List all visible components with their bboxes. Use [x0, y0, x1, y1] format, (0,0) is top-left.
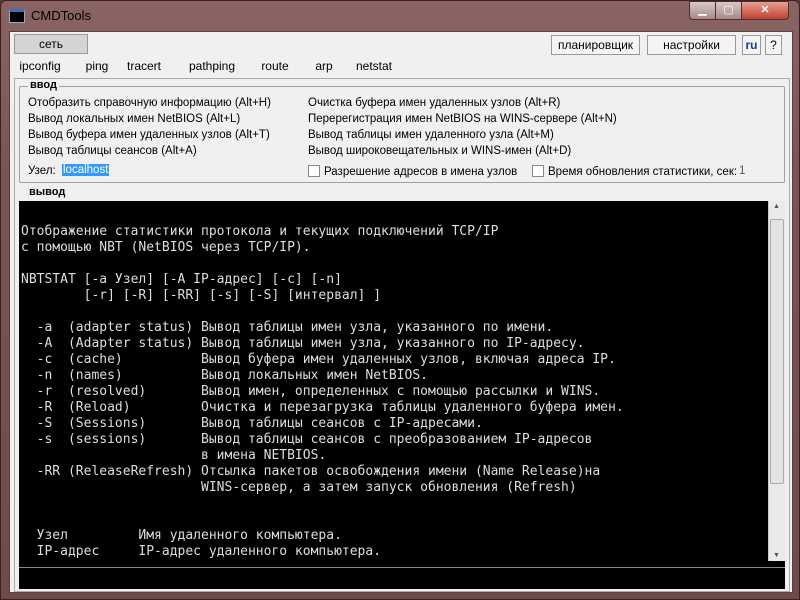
scroll-down-icon[interactable]: ▼: [773, 552, 780, 559]
host-label: Узел:: [28, 165, 56, 177]
console-line: -c (cache) Вывод буфера имен удаленных у…: [21, 352, 616, 367]
console-line: -a (adapter status) Вывод таблицы имен у…: [21, 320, 554, 335]
refresh-label: Время обновления статистики, сек:: [548, 166, 738, 178]
tab-arp[interactable]: arp: [310, 57, 338, 77]
host-input[interactable]: localhost: [62, 164, 110, 176]
action-remote-table[interactable]: Вывод таблицы имен удаленного узла (Alt+…: [308, 129, 554, 141]
tab-tracert[interactable]: tracert: [124, 57, 164, 77]
app-icon: [9, 9, 25, 23]
window-title: CMDTools: [31, 8, 91, 23]
resolve-label: Разрешение адресов в имена узлов: [324, 166, 518, 178]
close-button[interactable]: ✕: [741, 1, 789, 20]
tab-route[interactable]: route: [258, 57, 292, 77]
console-line: Отображение статистики протокола и текущ…: [21, 224, 499, 239]
refresh-checkbox[interactable]: Время обновления статистики, сек:: [532, 165, 737, 178]
minimize-button[interactable]: ▁: [689, 1, 716, 20]
tab-pathping[interactable]: pathping: [184, 57, 240, 77]
checkbox-box[interactable]: [308, 165, 320, 177]
action-help[interactable]: Отобразить справочную информацию (Alt+H): [28, 97, 271, 109]
console-line: NBTSTAT [-a Узел] [-A IP-адрес] [-c] [-n…: [21, 272, 342, 287]
scheduler-button[interactable]: планировщик: [551, 35, 640, 55]
console-line: -s (sessions) Вывод таблицы сеансов с пр…: [21, 432, 593, 447]
console-line: -n (names) Вывод локальных имен NetBIOS.: [21, 368, 428, 383]
console-line: Узел Имя удаленного компьютера.: [21, 528, 342, 543]
console-line: -RR (ReleaseRefresh) Отсылка пакетов осв…: [21, 464, 601, 479]
refresh-interval-value[interactable]: 1: [739, 165, 745, 177]
resolve-checkbox[interactable]: Разрешение адресов в имена узлов: [308, 165, 517, 178]
settings-button[interactable]: настройки: [647, 35, 736, 55]
console-line: -A (Adapter status) Вывод таблицы имен у…: [21, 336, 585, 351]
scrollbar-thumb[interactable]: [770, 219, 784, 484]
action-broadcast-wins[interactable]: Вывод широковещательных и WINS-имен (Alt…: [308, 145, 571, 157]
action-purge-cache[interactable]: Очистка буфера имен удаленных узлов (Alt…: [308, 97, 560, 109]
tab-ping[interactable]: ping: [80, 57, 114, 77]
tab-ipconfig[interactable]: ipconfig: [18, 57, 62, 77]
console-output[interactable]: Отображение статистики протокола и текущ…: [19, 201, 785, 567]
vertical-scrollbar[interactable]: ▲ ▼: [768, 201, 785, 561]
console-line: -S (Sessions) Вывод таблицы сеансов с IP…: [21, 416, 483, 431]
input-group-label: ввод: [28, 79, 59, 91]
checkbox-box[interactable]: [532, 165, 544, 177]
console-line: [-r] [-R] [-RR] [-s] [-S] [интервал] ]: [21, 288, 382, 303]
tab-panel-nbtstat: ввод Отобразить справочную информацию (A…: [14, 78, 790, 592]
console-line: с помощью NBT (NetBIOS через TCP/IP).: [21, 240, 311, 255]
action-sessions[interactable]: Вывод таблицы сеансов (Alt+A): [28, 145, 197, 157]
console-line: IP-адрес IP-адрес удаленного компьютера.: [21, 544, 382, 559]
action-remote-cache[interactable]: Вывод буфера имен удаленных узлов (Alt+T…: [28, 129, 270, 141]
window-frame: CMDTools ▁ ▢ ✕ сеть планировщик настройк…: [0, 0, 800, 600]
title-bar[interactable]: CMDTools ▁ ▢ ✕: [1, 1, 800, 31]
action-local-names[interactable]: Вывод локальных имен NetBIOS (Alt+L): [28, 113, 240, 125]
scroll-up-icon[interactable]: ▲: [773, 203, 780, 210]
client-area: сеть планировщик настройки ru ? ipconfig…: [9, 31, 793, 593]
console-line: -r (resolved) Вывод имен, определенных с…: [21, 384, 601, 399]
action-reregister[interactable]: Перерегистрация имен NetBIOS на WINS-сер…: [308, 113, 617, 125]
language-button[interactable]: ru: [742, 35, 761, 55]
command-input[interactable]: [19, 567, 785, 589]
console-line: -R (Reload) Очистка и перезагрузка табли…: [21, 400, 624, 415]
maximize-button[interactable]: ▢: [715, 1, 742, 20]
console-line: в имена NETBIOS.: [21, 448, 327, 463]
output-group-label: вывод: [27, 186, 68, 198]
output-group: вывод Отображение статистики протокола и…: [19, 186, 785, 591]
network-button[interactable]: сеть: [14, 34, 88, 54]
tab-netstat[interactable]: netstat: [352, 57, 396, 77]
console-line: WINS-сервер, а затем запуск обновления (…: [21, 480, 577, 495]
input-group: ввод Отобразить справочную информацию (A…: [19, 79, 785, 183]
help-button[interactable]: ?: [765, 35, 782, 55]
